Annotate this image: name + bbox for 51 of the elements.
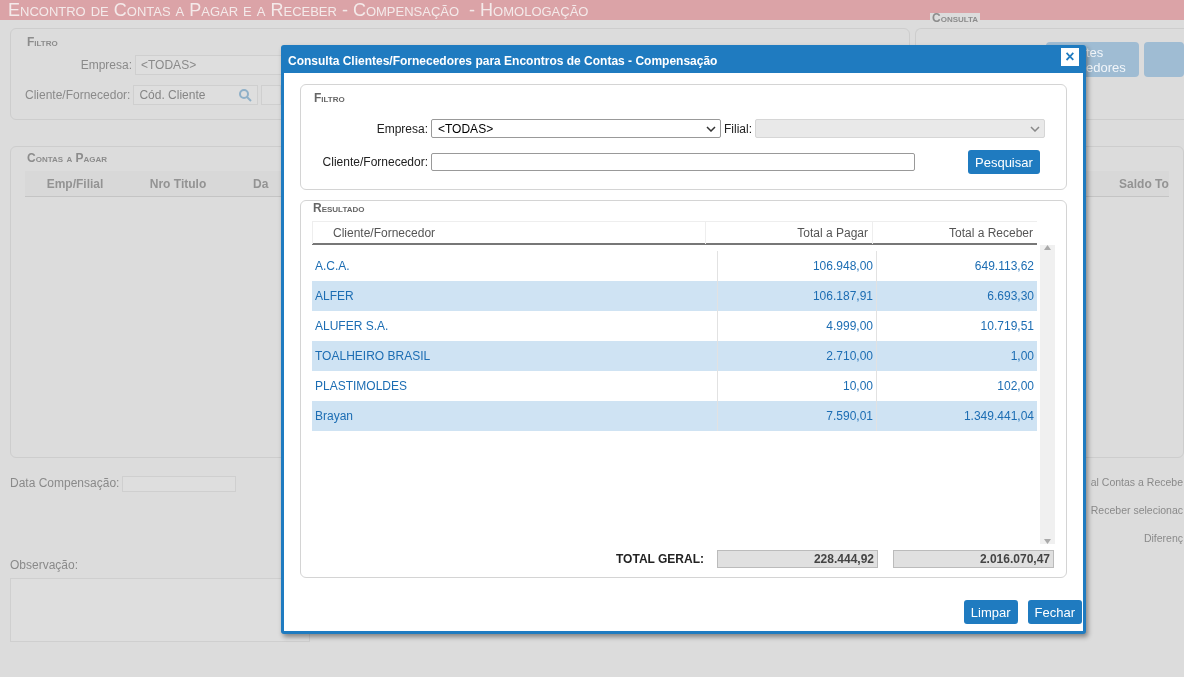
clear-button[interactable]: Limpar bbox=[963, 600, 1018, 624]
section-title: Resultado bbox=[312, 201, 366, 215]
table-cell-text: 6.693,30 bbox=[986, 288, 1035, 305]
column-header: Total a Receber bbox=[872, 222, 1037, 244]
chevron-icon bbox=[706, 125, 716, 132]
search-button[interactable]: Pesquisar bbox=[968, 150, 1040, 174]
table-cell-text: 102,00 bbox=[996, 378, 1035, 395]
field-label: Data Compensação: bbox=[10, 476, 120, 490]
table-cell: 7.590,01 bbox=[718, 401, 877, 431]
column-header: Total a Pagar bbox=[705, 222, 872, 244]
column-header: Cliente/Fornecedor bbox=[312, 222, 705, 244]
scroll-down-icon[interactable] bbox=[1044, 539, 1051, 544]
table-cell-text: 10.719,51 bbox=[979, 318, 1035, 335]
close-button[interactable]: Fechar bbox=[1027, 600, 1082, 624]
table-cell-text: 649.113,62 bbox=[973, 258, 1035, 275]
field-label: Empresa: bbox=[79, 58, 132, 72]
column-header: Emp/Filial bbox=[45, 176, 105, 191]
field-label: Filial: bbox=[724, 121, 752, 136]
field-label: Receber selecionac bbox=[1090, 504, 1183, 516]
column-header: Saldo To bbox=[1119, 176, 1169, 191]
scroll-up-icon[interactable] bbox=[1044, 245, 1051, 250]
section-title: Filtro bbox=[313, 91, 346, 105]
dialog-title: Consulta Clientes/Fornecedores para Encontros de Contas - Compensação bbox=[288, 53, 718, 68]
total-label: TOTAL GERAL: bbox=[615, 552, 704, 566]
query-button[interactable] bbox=[1144, 42, 1184, 77]
column-header: Da bbox=[252, 176, 270, 191]
client-code-field[interactable]: Cód. Cliente bbox=[133, 85, 259, 105]
table-cell-text: 1.349.441,04 bbox=[962, 408, 1035, 425]
field-label: Cliente/Fornecedor: bbox=[25, 88, 131, 102]
field-label: Diferenç bbox=[1143, 532, 1183, 544]
total-value: 228.444,92 bbox=[717, 550, 878, 568]
column-header: Nro Titulo bbox=[148, 176, 208, 191]
notes-field[interactable] bbox=[10, 578, 310, 642]
table-cell-text: 1,00 bbox=[1009, 348, 1035, 365]
branch-select[interactable] bbox=[755, 119, 1045, 138]
company-select[interactable]: <TODAS> bbox=[431, 119, 721, 138]
close-button[interactable]: × bbox=[1061, 47, 1079, 66]
total-value: 2.016.070,47 bbox=[893, 550, 1054, 568]
section-title: Filtro bbox=[25, 35, 60, 49]
field-label: Cliente/Fornecedor: bbox=[321, 155, 428, 169]
search-icon[interactable] bbox=[239, 88, 253, 102]
field-label: al Contas a Recebe bbox=[1090, 476, 1183, 488]
client-field[interactable] bbox=[431, 153, 915, 171]
table-cell: Brayan bbox=[312, 401, 718, 431]
scrollbar[interactable] bbox=[1040, 245, 1055, 544]
chevron-icon bbox=[1030, 125, 1040, 132]
section-title: Contas a Pagar bbox=[25, 151, 110, 165]
field-label: Empresa: bbox=[375, 121, 428, 136]
section-title: Consulta bbox=[930, 13, 981, 24]
lookup-button[interactable] bbox=[261, 85, 282, 105]
field-label: Observação: bbox=[10, 558, 79, 572]
